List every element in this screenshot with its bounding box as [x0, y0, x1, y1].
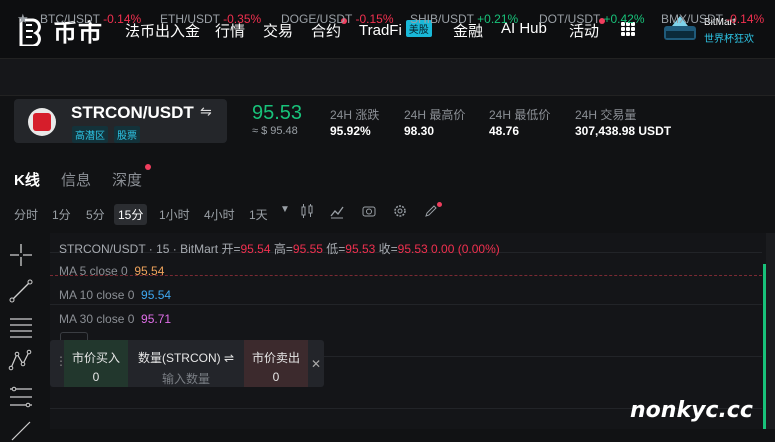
stat-low: 48.76	[489, 124, 520, 138]
pair-selector[interactable]: STRCON/USDT ⇋ 高潜区 股票	[14, 99, 227, 143]
quantity-label: 数量(STRCON) ⇌	[128, 349, 244, 366]
open-label: 开=	[221, 242, 241, 256]
crosshair-icon[interactable]	[8, 242, 34, 268]
indicator-icon[interactable]	[329, 203, 345, 219]
ticker-change: -0.15%	[355, 12, 394, 26]
ticker-pair: SHIB/USDT	[410, 12, 474, 26]
favorite-star-icon[interactable]: ★	[17, 11, 29, 27]
ma5-legend: MA 5 close 0 95.54	[59, 264, 164, 278]
stat-label: 24H 交易量	[575, 108, 637, 122]
chart-symbol: STRCON/USDT · 15 · BitMart	[59, 242, 219, 256]
interval-5m[interactable]: 5分	[82, 204, 109, 225]
pair-logo-icon	[28, 108, 56, 136]
ma-value: 95.54	[141, 288, 172, 302]
interval-timeline[interactable]: 分时	[10, 204, 42, 225]
high-label: 高=	[273, 242, 293, 256]
pair-badge-stock: 股票	[114, 126, 140, 143]
stat-high: 98.30	[404, 124, 435, 138]
ma-label: MA 10 close 0	[59, 288, 135, 302]
ticker-item[interactable]: DOGE/USDT -0.15%	[281, 12, 394, 26]
ma-label: MA 5 close 0	[59, 264, 128, 278]
swap-icon[interactable]: ⇋	[200, 103, 212, 120]
change-value: 0.00 (0.00%)	[431, 242, 500, 256]
open-value: 95.54	[240, 242, 271, 256]
stat-volume: 307,438.98 USDT	[575, 124, 672, 138]
ticker-pair: BTC/USDT	[40, 12, 100, 26]
interval-1m[interactable]: 1分	[48, 204, 75, 225]
ohlc-legend: STRCON/USDT · 15 · BitMart 开=95.54 高=95.…	[59, 240, 500, 257]
quantity-placeholder: 输入数量	[161, 372, 210, 386]
ticker-item[interactable]: SHIB/USDT +0.21%	[410, 12, 518, 26]
ma10-legend: MA 10 close 0 95.54	[59, 288, 171, 302]
measure-icon[interactable]	[8, 416, 34, 442]
close-icon[interactable]: ✕	[311, 357, 321, 371]
candle-type-icon[interactable]	[299, 203, 315, 219]
last-price: 95.53	[252, 102, 303, 124]
ma30-legend: MA 30 close 0 95.71	[59, 312, 171, 326]
last-price-usd: ≈ $ 95.48	[252, 125, 298, 137]
interval-1h[interactable]: 1小时	[155, 204, 194, 225]
trendline-icon[interactable]	[8, 278, 34, 304]
pair-name: STRCON/USDT	[71, 103, 194, 122]
ma-label: MA 30 close 0	[59, 312, 135, 326]
ticker-pair: DOT/USDT	[539, 12, 601, 26]
ma-value: 95.71	[141, 312, 172, 326]
ticker-change: -0.14%	[726, 12, 765, 26]
last-candle	[763, 264, 766, 429]
ticker-change: -0.14%	[103, 12, 142, 26]
close-label: 收=	[378, 242, 398, 256]
depth-dot	[145, 164, 151, 170]
stat-label: 24H 最低价	[489, 108, 551, 122]
ticker-item[interactable]: DOT/USDT +0.42%	[539, 12, 645, 26]
promo-subtitle: 世界杯狂欢	[704, 34, 754, 45]
fib-levels-icon[interactable]	[8, 385, 34, 411]
ticker-item[interactable]: BTC/USDT -0.14%	[40, 12, 141, 26]
ticker-bar	[0, 58, 775, 96]
ticker-pair: ETH/USDT	[160, 12, 220, 26]
buy-value: 0	[92, 370, 100, 384]
tab-kline[interactable]: K线	[14, 169, 40, 190]
high-value: 95.55	[292, 242, 323, 256]
tab-depth[interactable]: 深度	[112, 169, 142, 190]
ticker-item[interactable]: BMX/USDT -0.14%	[661, 12, 764, 26]
pattern-icon[interactable]	[8, 348, 34, 374]
pair-badge-zone: 高潜区	[72, 126, 108, 143]
ticker-change: +0.21%	[477, 12, 519, 26]
grid-line	[50, 304, 762, 305]
ticker-pair: BMX/USDT	[661, 12, 723, 26]
buy-label: 市价买入	[71, 351, 120, 365]
interval-4h[interactable]: 4小时	[200, 204, 239, 225]
low-label: 低=	[326, 242, 346, 256]
interval-1d[interactable]: 1天	[245, 204, 272, 225]
ticker-pair: DOGE/USDT	[281, 12, 353, 26]
interval-dropdown-icon[interactable]: ▼	[280, 204, 290, 215]
quantity-input[interactable]: 数量(STRCON) ⇌ 输入数量	[128, 340, 244, 387]
draw-dot	[437, 202, 442, 207]
sell-label: 市价卖出	[251, 351, 300, 365]
screenshot-icon[interactable]	[361, 203, 377, 219]
ticker-change: -0.35%	[223, 12, 262, 26]
watermark: nonkyc.cc	[630, 398, 753, 423]
market-buy-button[interactable]: 市价买入 0	[64, 340, 128, 387]
stat-change: 95.92%	[330, 124, 371, 138]
close-value: 95.53	[397, 242, 428, 256]
settings-gear-icon[interactable]	[392, 203, 408, 219]
market-sell-button[interactable]: 市价卖出 0	[244, 340, 308, 387]
low-value: 95.53	[345, 242, 376, 256]
interval-15m[interactable]: 15分	[114, 204, 148, 225]
quantity-label-text: 数量(STRCON)	[137, 351, 221, 365]
ma-value: 95.54	[134, 264, 165, 278]
ticker-item[interactable]: ETH/USDT -0.35%	[160, 12, 261, 26]
stat-label: 24H 涨跌	[330, 108, 380, 122]
stat-label: 24H 最高价	[404, 108, 466, 122]
swap-unit-icon[interactable]: ⇌	[224, 351, 234, 365]
sell-value: 0	[272, 370, 280, 384]
ticker-change: +0.42%	[603, 12, 645, 26]
parallel-lines-icon[interactable]	[8, 313, 34, 339]
tab-info[interactable]: 信息	[61, 169, 91, 190]
price-axis	[766, 233, 775, 429]
